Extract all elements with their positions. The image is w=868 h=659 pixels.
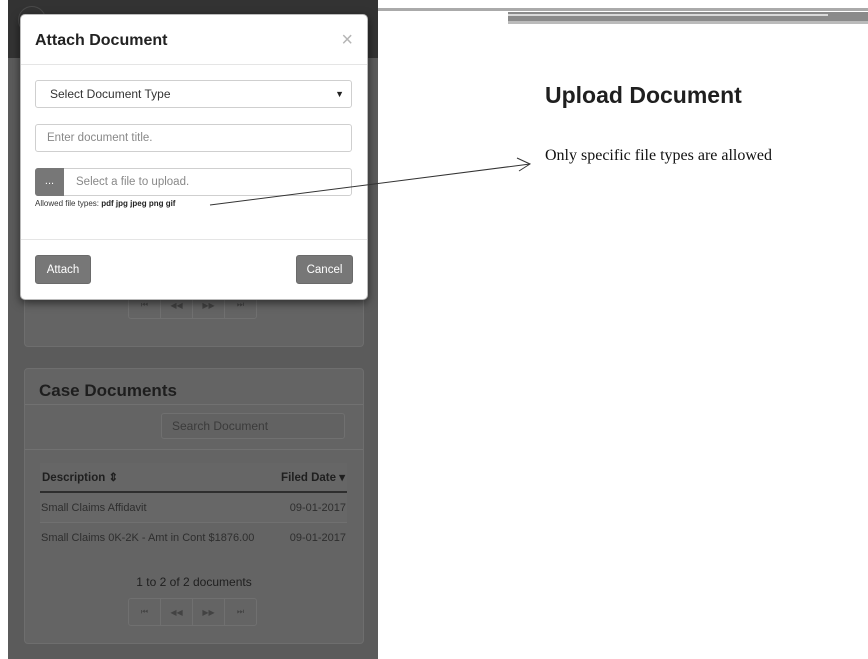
browse-file-button[interactable]: ...: [35, 168, 64, 196]
file-upload-placeholder: Select a file to upload.: [76, 176, 190, 188]
sort-icon: ⇕: [108, 472, 119, 484]
cancel-button[interactable]: Cancel: [296, 255, 353, 284]
table-row[interactable]: Small Claims Affidavit 09-01-2017: [40, 491, 347, 523]
table-header-row: Description ⇕ Filed Date ▾: [40, 463, 347, 493]
row-description: Small Claims Affidavit: [40, 491, 274, 523]
description-column-header[interactable]: Description ⇕: [40, 463, 274, 493]
table-row[interactable]: Small Claims 0K-2K - Amt in Cont $1876.0…: [40, 522, 347, 552]
prev-page-icon[interactable]: ◀◀: [161, 599, 193, 625]
modal-title: Attach Document: [35, 32, 168, 49]
sort-desc-icon: ▾: [339, 472, 345, 484]
row-filed-date: 09-01-2017: [273, 491, 347, 523]
divider: [25, 449, 363, 450]
search-document-input[interactable]: [161, 413, 345, 439]
pager-summary: 1 to 2 of 2 documents: [136, 575, 252, 589]
attach-button[interactable]: Attach: [35, 255, 91, 284]
first-page-icon[interactable]: ⏮: [129, 599, 161, 625]
document-type-selected: Select Document Type: [50, 87, 171, 101]
decorative-line: [508, 21, 868, 24]
documents-table: Description ⇕ Filed Date ▾ Small Claims …: [40, 463, 347, 552]
filed-date-header-label: Filed Date: [281, 472, 337, 484]
divider: [25, 404, 363, 405]
attach-document-modal: Attach Document × Select Document Type ▼…: [20, 14, 368, 300]
case-documents-panel: Case Documents Description ⇕ Filed Date …: [24, 368, 364, 644]
caret-down-icon: ▼: [335, 89, 344, 99]
row-description: Small Claims 0K-2K - Amt in Cont $1876.0…: [40, 522, 274, 552]
case-documents-title: Case Documents: [39, 381, 177, 400]
decorative-line: [508, 14, 828, 16]
pager-bottom: ⏮ ◀◀ ▶▶ ⏭: [128, 598, 257, 626]
allowed-file-types: Allowed file types: pdf jpg jpeg png gif: [35, 199, 175, 208]
annotation-text: Only specific file types are allowed: [545, 147, 773, 164]
annotation-title: Upload Document: [545, 82, 742, 108]
file-upload-field[interactable]: ... Select a file to upload.: [35, 168, 352, 196]
modal-header-divider: [21, 64, 367, 65]
close-icon[interactable]: ×: [341, 30, 353, 50]
description-header-label: Description: [42, 472, 106, 484]
allowed-types-list: pdf jpg jpeg png gif: [101, 199, 176, 208]
document-type-select[interactable]: Select Document Type ▼: [35, 80, 352, 108]
arrow-head-icon: [516, 157, 532, 172]
last-page-icon[interactable]: ⏭: [225, 599, 256, 625]
row-filed-date: 09-01-2017: [273, 522, 347, 552]
modal-footer-divider: [21, 239, 367, 240]
filed-date-column-header[interactable]: Filed Date ▾: [273, 463, 347, 493]
next-page-icon[interactable]: ▶▶: [193, 599, 225, 625]
document-title-input[interactable]: [35, 124, 352, 152]
decorative-line: [378, 8, 868, 11]
allowed-types-label: Allowed file types:: [35, 199, 100, 208]
